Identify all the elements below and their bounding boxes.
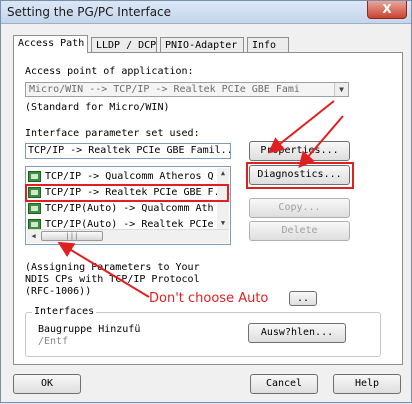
description-line-3: (RFC-1006)) — [25, 286, 92, 297]
highlight-diagnostics — [246, 162, 354, 189]
copy-button[interactable]: Copy... — [249, 198, 350, 218]
highlight-selected-interface — [25, 184, 229, 202]
tab-pnio-adapter[interactable]: PNIO-Adapter — [160, 37, 244, 52]
horizontal-scrollbar[interactable]: ◀ ||| — [27, 229, 229, 243]
delete-button[interactable]: Delete — [249, 221, 350, 241]
dialog-window: Setting the PG/PC Interface X Access Pat… — [0, 0, 412, 403]
access-point-value: Micro/WIN --> TCP/IP -> Realtek PCIe GBE… — [29, 84, 300, 95]
access-point-select[interactable]: Micro/WIN --> TCP/IP -> Realtek PCIe GBE… — [25, 82, 349, 97]
cancel-button[interactable]: Cancel — [250, 374, 318, 394]
select-button[interactable]: .. — [289, 291, 317, 306]
close-button[interactable]: X — [367, 1, 407, 19]
description-line-2: NDIS CPs with TCP/IP Protocol — [25, 274, 200, 285]
tab-access-path[interactable]: Access Path — [13, 35, 88, 53]
title-bar[interactable]: Setting the PG/PC Interface X — [1, 1, 411, 24]
access-point-label: Access point of application: — [25, 66, 194, 77]
network-adapter-icon — [28, 171, 41, 182]
interfaces-item-line-2: /Entf — [38, 336, 69, 347]
ok-button[interactable]: OK — [13, 374, 81, 394]
add-remove-button[interactable]: Ausw?hlen... — [248, 323, 346, 343]
interfaces-item-line-1: Baugruppe Hinzufü — [38, 324, 141, 335]
scroll-up-icon[interactable]: ▲ — [217, 168, 229, 179]
network-adapter-icon — [28, 203, 41, 214]
interfaces-group-title: Interfaces — [32, 306, 97, 317]
scroll-left-icon[interactable]: ◀ — [27, 230, 40, 243]
scroll-down-icon[interactable]: ▼ — [217, 218, 229, 229]
description-line-1: (Assigning Parameters to Your — [25, 262, 200, 273]
access-point-note: (Standard for Micro/WIN) — [25, 102, 170, 113]
interfaces-group: Interfaces Baugruppe Hinzufü /Entf Ausw?… — [25, 306, 381, 357]
close-icon: X — [382, 2, 392, 16]
chevron-down-icon[interactable]: ▼ — [334, 83, 348, 96]
window-title: Setting the PG/PC Interface — [7, 5, 172, 19]
properties-button[interactable]: Properties... — [249, 141, 350, 161]
interface-param-label: Interface parameter set used: — [25, 128, 200, 139]
tab-lldp-dcp[interactable]: LLDP / DCP — [91, 37, 157, 52]
tab-info[interactable]: Info — [247, 37, 289, 52]
annotation-label: Don't choose Auto — [149, 291, 269, 306]
help-button[interactable]: Help — [333, 374, 401, 394]
interface-list[interactable]: TCP/IP -> Qualcomm Atheros Q TCP/IP -> R… — [25, 166, 231, 245]
interface-param-field[interactable]: TCP/IP -> Realtek PCIe GBE Famil... — [25, 143, 231, 159]
scroll-thumb[interactable]: ||| — [41, 231, 103, 241]
access-path-panel: Access point of application: Micro/WIN -… — [13, 52, 403, 365]
